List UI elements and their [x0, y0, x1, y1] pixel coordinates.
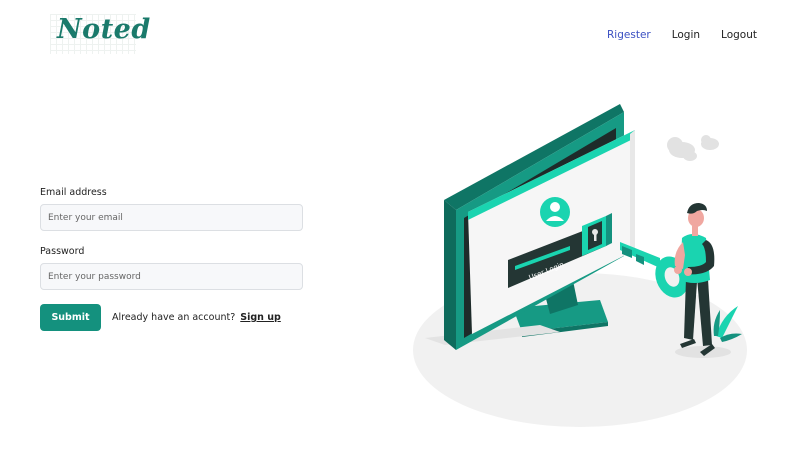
nav-login-link[interactable]: Login [672, 29, 700, 41]
email-field[interactable] [40, 204, 303, 231]
password-label: Password [40, 246, 85, 257]
logo[interactable]: Noted [50, 14, 150, 54]
nav-logout-link[interactable]: Logout [721, 29, 757, 41]
password-group: Password [40, 246, 303, 290]
login-illustration: User Login [413, 104, 747, 427]
email-group: Email address [40, 187, 303, 231]
top-nav: Rigester Login Logout [607, 29, 757, 41]
cloud-icon [667, 135, 719, 161]
logo-text: Noted [57, 14, 151, 45]
user-avatar-icon [540, 197, 570, 227]
submit-button[interactable]: Submit [40, 304, 101, 331]
nav-register-link[interactable]: Rigester [607, 29, 651, 41]
login-page: Noted Rigester Login Logout Email addres… [0, 0, 808, 455]
signup-prompt: Already have an account? [112, 312, 236, 323]
signup-link[interactable]: Sign up [240, 312, 281, 323]
form-actions: Submit Already have an account? Sign up [40, 304, 303, 331]
login-form: Email address Password Submit Already ha… [40, 187, 303, 331]
password-field[interactable] [40, 263, 303, 290]
email-label: Email address [40, 187, 107, 198]
